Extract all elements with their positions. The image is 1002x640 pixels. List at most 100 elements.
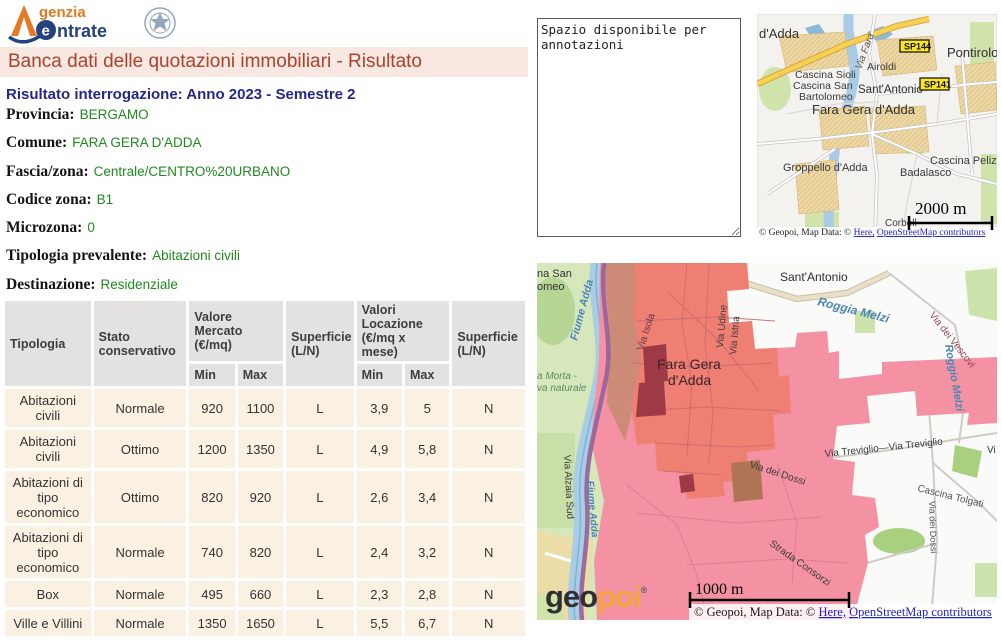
cell-min: 820 xyxy=(189,471,234,523)
col-header-valori-locazione: Valori Locazione (€/mq x mese) xyxy=(357,301,450,361)
cell-min: 5,5 xyxy=(357,610,402,636)
cell-stato: Ottimo xyxy=(94,430,187,468)
overview-map[interactable]: d'Adda Cascina Sioli Cascina San Bartolo… xyxy=(757,14,997,237)
cell-superficie: L xyxy=(286,389,354,427)
agenzia-entrate-logo: genzia e ntrate xyxy=(8,2,186,46)
col-header-superficie-2: Superficie (L/N) xyxy=(452,301,525,386)
map-label: Vi xyxy=(987,445,996,456)
page-title: Banca dati delle quotazioni immobiliari … xyxy=(0,47,528,73)
field-label: Provincia: xyxy=(6,106,75,123)
col-header-tipologia: Tipologia xyxy=(5,301,91,386)
cell-tipologia: Abitazioni civili xyxy=(5,389,91,427)
cell-tipologia: Abitazioni di tipo economico xyxy=(5,471,91,523)
cell-max: 5 xyxy=(405,389,449,427)
field-label: Codice zona: xyxy=(6,191,92,208)
page: genzia e ntrate Banca dati delle quotazi… xyxy=(0,0,1002,640)
map-label: Sant'Antonio xyxy=(780,270,848,284)
col-header-stato: Stato conservativo xyxy=(94,301,187,386)
field-tipologia-prevalente: Tipologia prevalente:Abitazioni civili xyxy=(6,247,526,275)
cell-min: 2,4 xyxy=(357,526,402,578)
map-label: va naturale xyxy=(537,383,587,394)
map-label: Fara Gera d'Adda xyxy=(812,102,916,117)
field-comune: Comune:FARA GERA D'ADDA xyxy=(6,134,526,162)
field-microzona: Microzona: 0 xyxy=(6,219,526,247)
cell-min: 3,9 xyxy=(357,389,402,427)
col-header-min-1: Min xyxy=(189,364,234,386)
cell-superficie: N xyxy=(452,471,525,523)
cell-superficie: N xyxy=(452,526,525,578)
field-codice-zona: Codice zona:B1 xyxy=(6,191,526,219)
cell-min: 920 xyxy=(189,389,234,427)
map-label: Sant'Antonio xyxy=(858,84,923,96)
map-label: Groppello d'Adda xyxy=(783,162,869,174)
attribution-link-here[interactable]: Here, xyxy=(819,605,846,619)
cell-stato: Normale xyxy=(94,389,187,427)
cell-min: 4,9 xyxy=(357,430,402,468)
table-row: BoxNormale495660L2,32,8N xyxy=(5,581,525,607)
quotations-table: Tipologia Stato conservativo Valore Merc… xyxy=(2,298,528,639)
cell-stato: Normale xyxy=(94,526,187,578)
map-attribution: © Geopoi, Map Data: © Here, OpenStreetMa… xyxy=(694,605,992,619)
field-label: Microzona: xyxy=(6,219,82,236)
zone-map[interactable]: na San omeo Fiume Adda Sant'Antonio Rogg… xyxy=(537,263,997,620)
col-header-max-2: Max xyxy=(405,364,449,386)
col-header-min-2: Min xyxy=(357,364,402,386)
map-attribution: © Geopoi, Map Data: © Here, OpenStreetMa… xyxy=(759,227,986,237)
svg-text:SP144: SP144 xyxy=(904,42,931,52)
cell-superficie: L xyxy=(286,471,354,523)
map-label: omeo xyxy=(537,281,565,293)
cell-min: 1200 xyxy=(189,430,234,468)
republic-emblem-icon xyxy=(145,8,175,38)
geopoi-logo: geopoi® xyxy=(545,579,648,614)
attribution-link-here[interactable]: Here, xyxy=(854,228,875,237)
logo-a-icon xyxy=(9,5,43,42)
map-label: d'Adda xyxy=(759,26,800,41)
cell-superficie: L xyxy=(286,430,354,468)
cell-tipologia: Abitazioni civili xyxy=(5,430,91,468)
cell-min: 740 xyxy=(189,526,234,578)
cell-superficie: L xyxy=(286,610,354,636)
table-row: Abitazioni di tipo economicoOttimo820920… xyxy=(5,471,525,523)
cell-max: 920 xyxy=(238,471,283,523)
cell-min: 2,3 xyxy=(357,581,402,607)
cell-min: 495 xyxy=(189,581,234,607)
field-value: Centrale/CENTRO%20URBANO xyxy=(94,164,291,179)
map-label: Airoldi xyxy=(867,61,896,73)
cell-max: 3,2 xyxy=(405,526,449,578)
field-value: FARA GERA D'ADDA xyxy=(72,135,201,150)
logo-text-e: e xyxy=(42,23,50,40)
logo-text-ntrate: ntrate xyxy=(57,21,107,41)
cell-max: 1650 xyxy=(238,610,283,636)
col-header-valore-mercato: Valore Mercato (€/mq) xyxy=(189,301,283,361)
field-value: BERGAMO xyxy=(80,107,149,122)
field-label: Fascia/zona: xyxy=(6,163,89,180)
cell-max: 2,8 xyxy=(405,581,449,607)
cell-max: 6,7 xyxy=(405,610,449,636)
map-label: a Morta - xyxy=(537,371,578,382)
cell-superficie: N xyxy=(452,389,525,427)
map-label: Badalasco xyxy=(900,167,951,179)
cell-stato: Normale xyxy=(94,610,187,636)
map-label: Fara Gera xyxy=(657,356,721,372)
map-label: Via dei Dossi xyxy=(927,501,939,554)
field-value: 0 xyxy=(87,220,95,235)
map-label: Pontirolo xyxy=(947,45,997,60)
cell-tipologia: Box xyxy=(5,581,91,607)
road-badge-sp141: SP141 xyxy=(920,78,951,90)
cell-superficie: N xyxy=(452,581,525,607)
page-title-bar: Banca dati delle quotazioni immobiliari … xyxy=(0,47,528,77)
annotations-textarea[interactable]: Spazio disponibile per annotazioni xyxy=(537,18,741,237)
field-value: Residenziale xyxy=(101,277,178,292)
attribution-link-osm[interactable]: OpenStreetMap contributors xyxy=(849,605,992,619)
col-header-max-1: Max xyxy=(238,364,283,386)
field-label: Destinazione: xyxy=(6,276,96,293)
attribution-link-osm[interactable]: OpenStreetMap contributors xyxy=(877,228,986,237)
cell-tipologia: Ville e Villini xyxy=(5,610,91,636)
table-header-row: Tipologia Stato conservativo Valore Merc… xyxy=(5,301,525,361)
cell-superficie: L xyxy=(286,526,354,578)
cell-max: 5,8 xyxy=(405,430,449,468)
map-label: Cascina Peliza xyxy=(930,155,997,167)
cell-max: 820 xyxy=(238,526,283,578)
cell-max: 3,4 xyxy=(405,471,449,523)
cell-superficie: L xyxy=(286,581,354,607)
